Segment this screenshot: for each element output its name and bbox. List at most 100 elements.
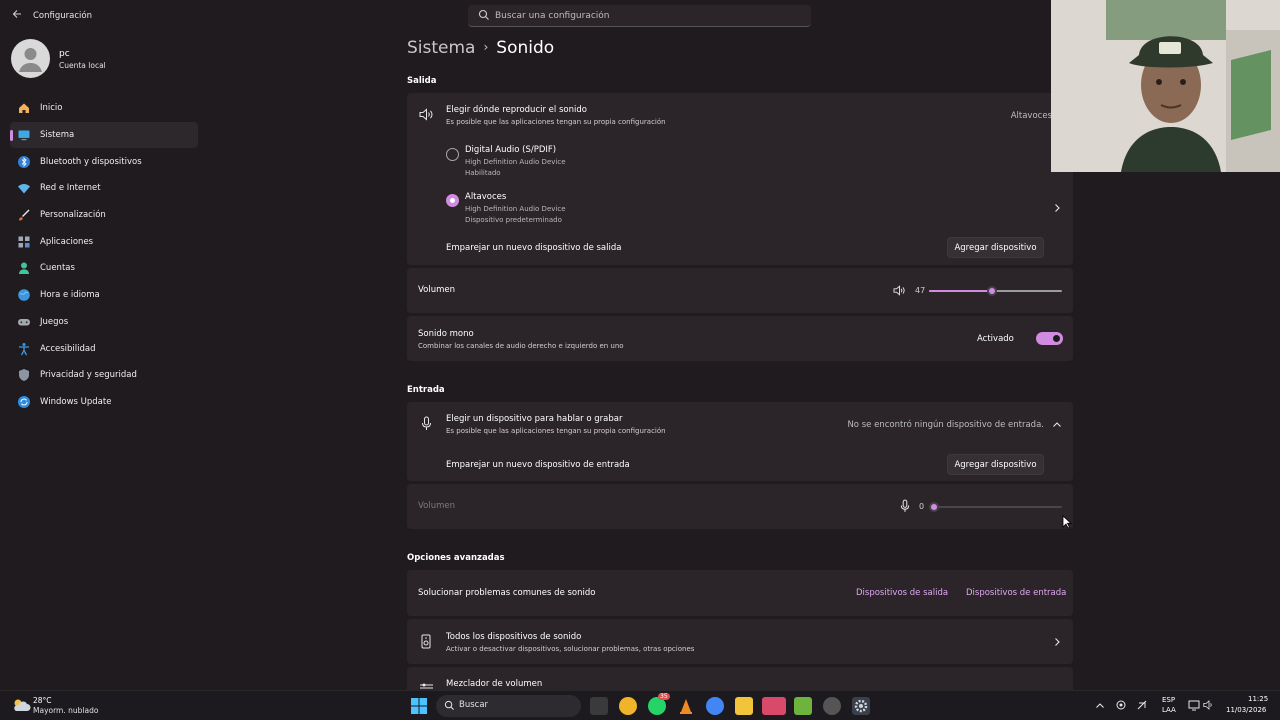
add-output-device-button[interactable]: Agregar dispositivo [947, 237, 1044, 258]
sidebar-item-sistema[interactable]: Sistema [10, 121, 198, 149]
troubleshoot-output-link[interactable]: Dispositivos de salida [856, 588, 948, 598]
task-view-icon[interactable] [590, 697, 608, 715]
back-arrow-icon [12, 10, 21, 18]
all-devices-title: Todos los dispositivos de sonido [446, 632, 582, 642]
taskbar-search[interactable]: Buscar [436, 695, 581, 717]
vlc-icon[interactable] [677, 697, 695, 715]
clock-date[interactable]: 11/03/2026 [1226, 706, 1266, 714]
chrome-icon[interactable] [706, 697, 724, 715]
input-device-selector[interactable]: Elegir un dispositivo para hablar o grab… [407, 402, 1073, 446]
recorder-app-icon[interactable] [823, 697, 841, 715]
home-icon [19, 103, 29, 114]
sidebar-item-bluetooth[interactable]: Bluetooth y dispositivos [10, 148, 198, 175]
sidebar-item-label: Inicio [40, 103, 63, 114]
sidebar-item-juegos[interactable]: Juegos [10, 309, 198, 336]
tray-app-icon[interactable] [1136, 699, 1148, 711]
sidebar-item-windows-update[interactable]: Windows Update [10, 389, 198, 416]
search-input[interactable] [495, 8, 795, 24]
sidebar-item-red[interactable]: Red e Internet [10, 175, 198, 202]
input-device-card: Elegir un dispositivo para hablar o grab… [407, 402, 1073, 481]
output-current-device: Altavoces [1010, 111, 1052, 121]
chevron-right-icon[interactable] [1052, 203, 1062, 213]
mouse-cursor-icon [1062, 515, 1072, 529]
sidebar-item-accesibilidad[interactable]: Accesibilidad [10, 335, 198, 362]
section-title-advanced: Opciones avanzadas [407, 553, 505, 563]
radio-spdif[interactable] [446, 148, 459, 161]
breadcrumb-parent[interactable]: Sistema [407, 38, 475, 58]
cloud-sun-icon [14, 699, 31, 711]
sidebar-item-personalizacion[interactable]: Personalización [10, 202, 198, 229]
radio-altavoces[interactable] [446, 194, 459, 207]
chevron-up-icon[interactable] [1052, 420, 1062, 430]
output-choose-title: Elegir dónde reproducir el sonido [446, 105, 587, 115]
file-explorer-icon[interactable] [735, 697, 753, 715]
output-device-selector[interactable]: Elegir dónde reproducir el sonido Es pos… [407, 93, 1073, 137]
speaker-icon [419, 108, 433, 121]
sidebar-item-privacidad[interactable]: Privacidad y seguridad [10, 362, 198, 389]
input-current-device: No se encontró ningún dispositivo de ent… [847, 420, 1044, 430]
taskbar: 28°C Mayorm. nublado Buscar 35 ESP LAA 1… [0, 690, 1280, 720]
output-volume-card: Volumen 47 [407, 268, 1073, 313]
back-button[interactable] [10, 9, 24, 23]
accessibility-icon [19, 342, 29, 355]
clock-time[interactable]: 11:25 [1248, 695, 1268, 703]
weather-app-icon[interactable] [619, 697, 637, 715]
sidebar-item-aplicaciones[interactable]: Aplicaciones [10, 228, 198, 255]
input-volume-value: 0 [919, 502, 925, 511]
add-input-device-button[interactable]: Agregar dispositivo [947, 454, 1044, 475]
update-icon [18, 395, 30, 408]
output-volume-slider[interactable] [929, 286, 1062, 296]
sidebar-item-inicio[interactable]: Inicio [10, 95, 198, 122]
search-icon [478, 9, 489, 20]
windows-start-icon[interactable] [411, 698, 427, 714]
troubleshoot-input-link[interactable]: Dispositivos de entrada [966, 588, 1066, 598]
microphone-icon[interactable] [900, 499, 910, 513]
sidebar-item-label: Cuentas [40, 263, 75, 274]
volume-icon[interactable] [1203, 699, 1215, 711]
chevron-up-icon[interactable] [1095, 701, 1105, 711]
output-device-card: Elegir dónde reproducir el sonido Es pos… [407, 93, 1073, 265]
input-volume-card: Volumen 0 [407, 484, 1073, 529]
taskbar-search-label: Buscar [459, 700, 489, 710]
device-option-altavoces[interactable]: Altavoces High Definition Audio Device D… [407, 185, 1073, 229]
gear-icon [854, 699, 868, 713]
breadcrumb-separator: › [483, 40, 489, 54]
settings-app-icon[interactable] [852, 697, 870, 715]
input-choose-title: Elegir un dispositivo para hablar o grab… [446, 414, 623, 424]
network-status-icon[interactable] [1115, 699, 1127, 711]
language-indicator[interactable]: ESP [1162, 696, 1175, 704]
sidebar-item-label: Accesibilidad [40, 343, 96, 354]
sidebar-item-label: Hora e idioma [40, 290, 100, 301]
whatsapp-badge: 35 [658, 693, 670, 700]
output-volume-thumb[interactable] [986, 286, 997, 296]
device-status: Habilitado [465, 169, 501, 177]
section-title-input: Entrada [407, 385, 445, 395]
profile-name: pc [59, 49, 70, 59]
globe-icon [18, 289, 30, 301]
accounts-icon [19, 262, 29, 275]
shield-icon [19, 369, 29, 382]
gamepad-icon [18, 318, 30, 326]
all-sound-devices-card[interactable]: Todos los dispositivos de sonido Activar… [407, 619, 1073, 664]
sidebar-item-hora[interactable]: Hora e idioma [10, 282, 198, 309]
pair-input-row: Emparejar un nuevo dispositivo de entrad… [407, 449, 1073, 481]
books-app-icon[interactable] [794, 697, 812, 715]
settings-search[interactable] [468, 5, 811, 27]
input-volume-slider [929, 502, 1062, 512]
mono-audio-card: Sonido mono Combinar los canales de audi… [407, 316, 1073, 361]
sidebar-item-cuentas[interactable]: Cuentas [10, 255, 198, 282]
active-app-icon[interactable] [762, 697, 786, 715]
display-network-icon[interactable] [1188, 699, 1200, 711]
volume-mixer-card[interactable]: Mezclador de volumen [407, 667, 1073, 690]
device-driver: High Definition Audio Device [465, 205, 566, 213]
input-volume-label: Volumen [418, 501, 456, 511]
mono-toggle[interactable] [1036, 332, 1063, 345]
speaker-icon[interactable] [893, 285, 906, 296]
system-icon [18, 130, 30, 141]
mono-subtitle: Combinar los canales de audio derecho e … [418, 342, 624, 350]
bluetooth-icon [18, 155, 30, 168]
all-devices-subtitle: Activar o desactivar dispositivos, soluc… [446, 645, 695, 653]
whatsapp-icon[interactable]: 35 [648, 693, 670, 715]
device-option-spdif[interactable]: Digital Audio (S/PDIF) High Definition A… [407, 138, 1073, 182]
device-status: Dispositivo predeterminado [465, 216, 562, 224]
